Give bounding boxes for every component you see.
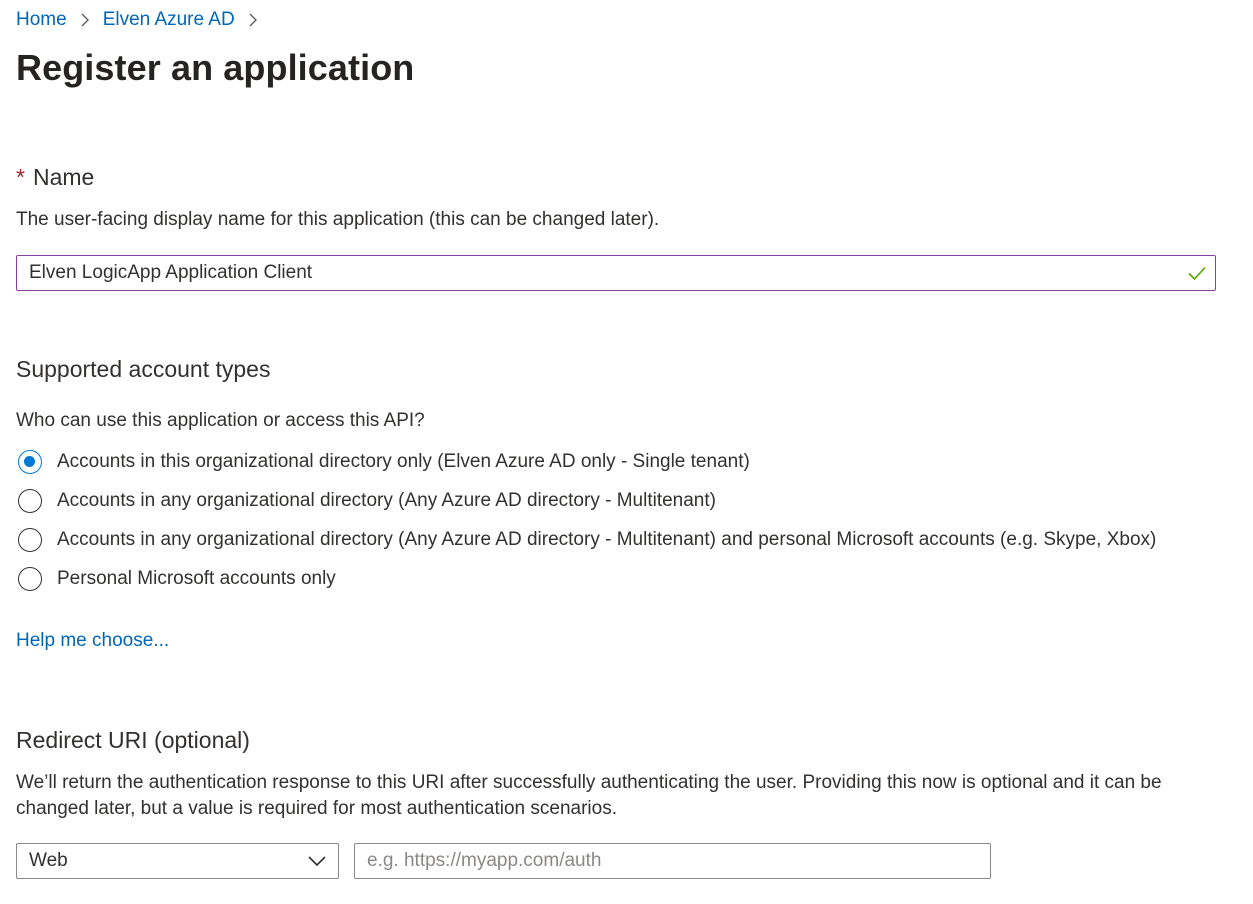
chevron-down-icon: [308, 856, 326, 867]
redirect-uri-description-line1: We’ll return the authentication response…: [16, 772, 1162, 793]
radio-button-checked[interactable]: [18, 450, 42, 474]
redirect-uri-input[interactable]: [354, 843, 991, 879]
account-type-option-personal-only[interactable]: Personal Microsoft accounts only: [18, 564, 336, 594]
name-heading-label: Name: [32, 164, 95, 190]
name-field: [16, 255, 1216, 291]
account-types-question: Who can use this application or access t…: [16, 410, 425, 431]
platform-dropdown[interactable]: Web: [16, 843, 339, 879]
radio-label: Accounts in any organizational directory…: [57, 529, 1157, 550]
radio-button[interactable]: [18, 489, 42, 513]
name-description: The user-facing display name for this ap…: [16, 209, 660, 230]
name-heading: * Name: [16, 162, 94, 192]
page-title: Register an application: [16, 47, 415, 88]
redirect-uri-heading: Redirect URI (optional): [16, 727, 250, 753]
help-me-choose-link[interactable]: Help me choose...: [16, 628, 169, 654]
chevron-right-icon: [75, 10, 95, 30]
radio-button[interactable]: [18, 567, 42, 591]
redirect-uri-description-line2: changed later, but a value is required f…: [16, 798, 617, 819]
breadcrumb: Home Elven Azure AD: [16, 7, 271, 33]
checkmark-icon: [1188, 266, 1206, 281]
chevron-right-icon: [243, 10, 263, 30]
platform-selected-value: Web: [29, 850, 68, 871]
account-type-option-multitenant-personal[interactable]: Accounts in any organizational directory…: [18, 525, 1156, 555]
account-types-heading: Supported account types: [16, 356, 271, 382]
radio-label: Personal Microsoft accounts only: [57, 568, 336, 589]
radio-label: Accounts in this organizational director…: [57, 451, 750, 472]
required-marker: *: [16, 164, 25, 190]
radio-button[interactable]: [18, 528, 42, 552]
account-type-option-single-tenant[interactable]: Accounts in this organizational director…: [18, 447, 750, 477]
breadcrumb-home-link[interactable]: Home: [16, 7, 67, 33]
radio-label: Accounts in any organizational directory…: [57, 490, 716, 511]
account-type-option-multitenant[interactable]: Accounts in any organizational directory…: [18, 486, 716, 516]
name-input[interactable]: [17, 256, 1179, 290]
breadcrumb-directory-link[interactable]: Elven Azure AD: [103, 7, 235, 33]
